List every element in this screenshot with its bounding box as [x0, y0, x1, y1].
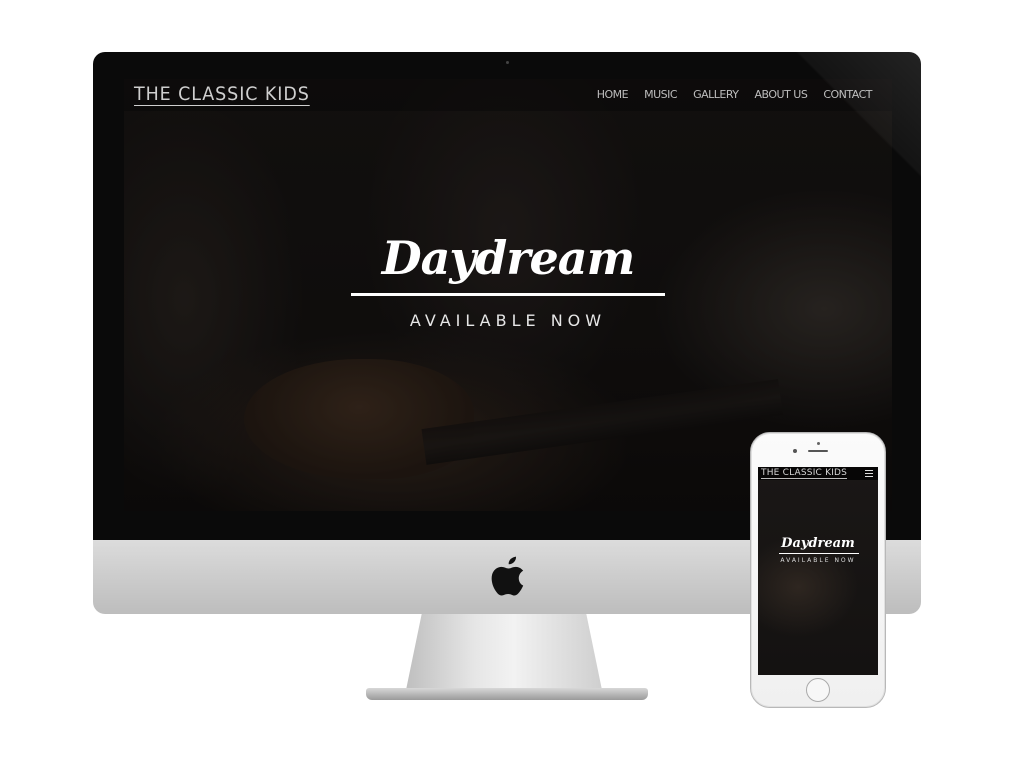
phone-speaker: [808, 450, 828, 452]
phone-home-button[interactable]: [806, 678, 830, 702]
hamburger-menu-icon[interactable]: [865, 470, 873, 477]
hero-title: Daydream: [381, 231, 636, 285]
apple-logo-icon: [491, 556, 524, 596]
site-logo[interactable]: THE CLASSIC KIDS: [134, 84, 310, 106]
nav-contact[interactable]: CONTACT: [823, 88, 872, 101]
hero-divider: [351, 293, 665, 296]
iphone-device: THE CLASSIC KIDS Daydream AVAILABLE NOW: [750, 432, 886, 708]
nav-gallery[interactable]: GALLERY: [693, 88, 739, 101]
nav-about-us[interactable]: ABOUT US: [754, 88, 807, 101]
mobile-hero-title: Daydream: [781, 536, 855, 551]
nav-home[interactable]: HOME: [597, 88, 629, 101]
hero-subtitle: AVAILABLE NOW: [409, 311, 607, 330]
site-menu: HOME MUSIC GALLERY ABOUT US CONTACT: [597, 88, 873, 101]
imac-stand-neck: [406, 614, 602, 690]
site-navbar: THE CLASSIC KIDS HOME MUSIC GALLERY ABOU…: [124, 79, 892, 111]
phone-sensor: [817, 442, 820, 445]
mobile-hero-subtitle: AVAILABLE NOW: [780, 557, 856, 564]
imac-camera: [506, 61, 509, 64]
phone-front-camera: [793, 449, 797, 453]
mobile-navbar: THE CLASSIC KIDS: [758, 467, 878, 480]
imac-stand-foot: [366, 688, 648, 700]
mobile-website: THE CLASSIC KIDS Daydream AVAILABLE NOW: [758, 467, 878, 675]
nav-music[interactable]: MUSIC: [644, 88, 677, 101]
mobile-site-logo[interactable]: THE CLASSIC KIDS: [761, 468, 848, 479]
mobile-hero-divider: [779, 553, 859, 554]
